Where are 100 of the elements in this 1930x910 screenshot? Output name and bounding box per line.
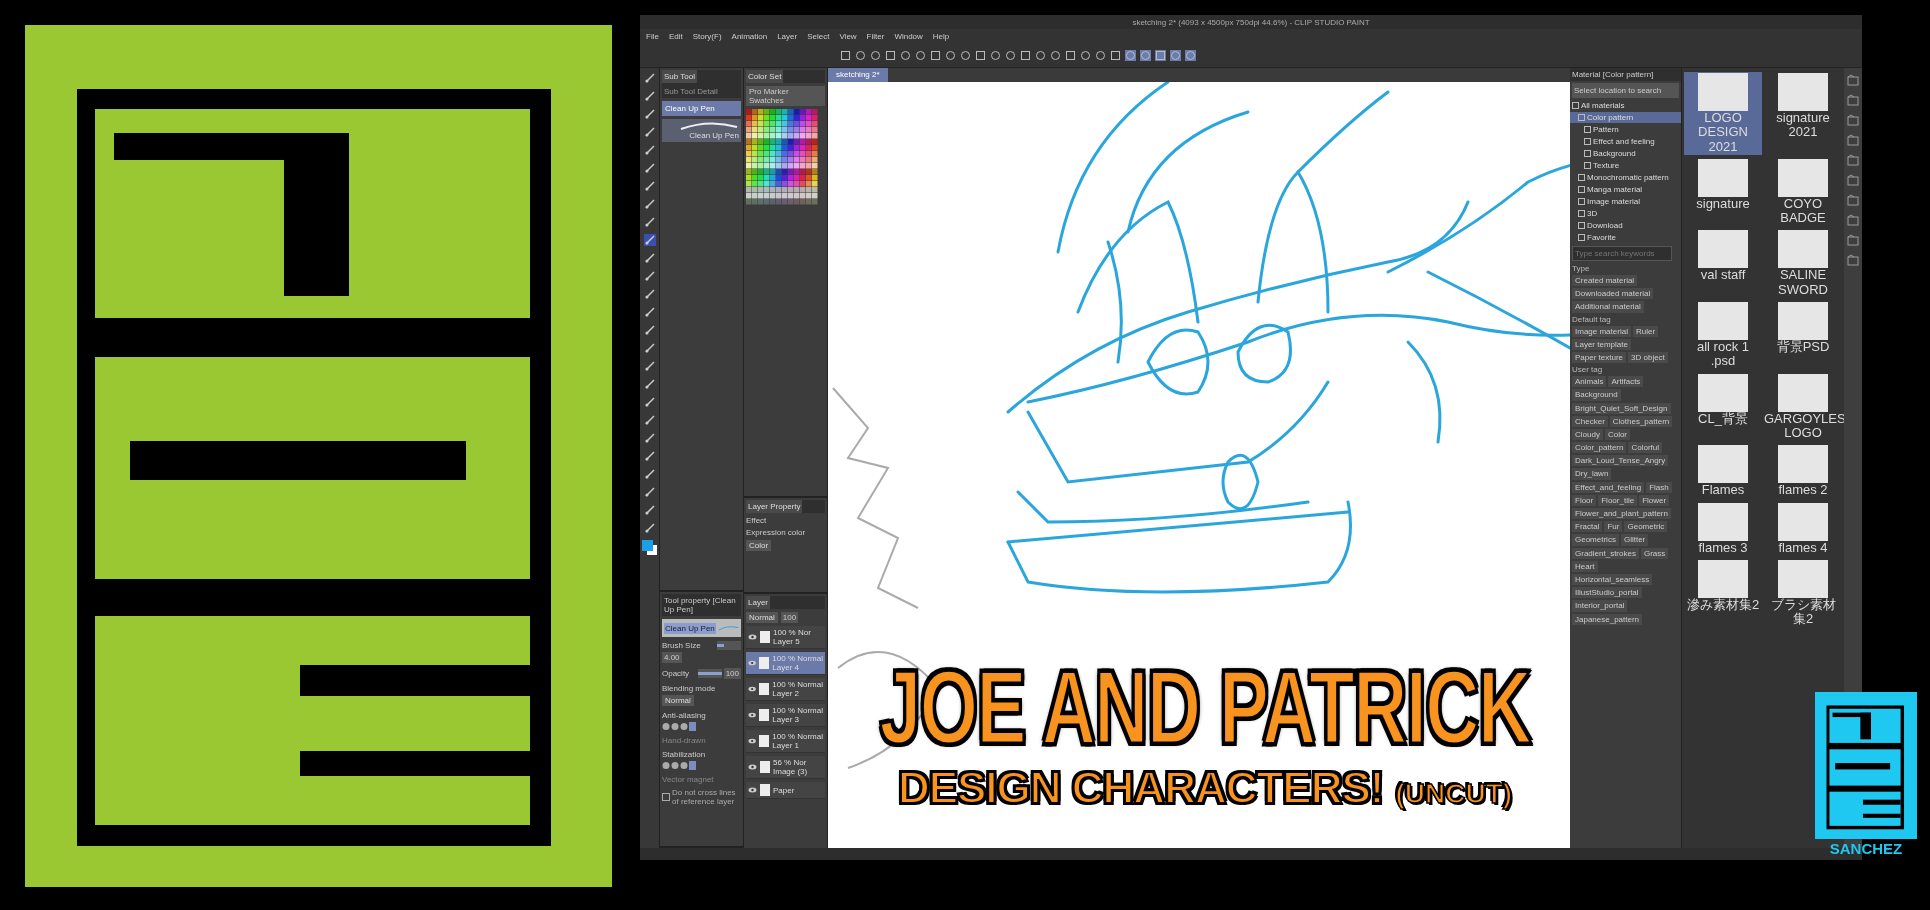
- tag-button[interactable]: Image material: [1572, 325, 1631, 337]
- tag-button[interactable]: Paper texture: [1572, 351, 1627, 364]
- layer-row[interactable]: 100 % Normal Layer 3: [746, 704, 825, 727]
- document-tab[interactable]: sketching 2*: [828, 68, 888, 82]
- pen-tool-icon[interactable]: [643, 72, 656, 84]
- tree-item[interactable]: All materials: [1570, 100, 1681, 111]
- slider-track[interactable]: [717, 641, 741, 650]
- pen-tool-icon[interactable]: [643, 216, 656, 228]
- menu-item[interactable]: Layer: [777, 31, 798, 41]
- eye-icon[interactable]: [748, 787, 757, 793]
- tag-button[interactable]: Flash: [1646, 481, 1672, 493]
- location-button[interactable]: Select location to search: [1572, 83, 1679, 98]
- tag-button[interactable]: Additional material: [1572, 301, 1644, 313]
- layer-row[interactable]: Paper: [746, 782, 825, 799]
- tree-item[interactable]: Effect and feeling: [1570, 136, 1681, 147]
- tag-button[interactable]: Cloudy: [1572, 428, 1603, 441]
- tree-item[interactable]: Background: [1570, 148, 1681, 159]
- pen-tool-icon[interactable]: [643, 432, 656, 444]
- tag-button[interactable]: Created material: [1572, 275, 1638, 287]
- pen-tool-icon[interactable]: [643, 162, 656, 174]
- pen-tool-icon[interactable]: [643, 504, 656, 516]
- material-item[interactable]: flames 4: [1764, 501, 1842, 556]
- tag-button[interactable]: Fur: [1604, 521, 1623, 533]
- toolbar-icon[interactable]: [975, 49, 986, 61]
- toolbar-icon[interactable]: [1170, 49, 1181, 61]
- tag-button[interactable]: Effect_and_feeling: [1572, 481, 1645, 493]
- slider-fill[interactable]: [697, 672, 722, 675]
- panel-tab[interactable]: Sub Tool Detail: [662, 85, 720, 98]
- menu-item[interactable]: File: [646, 31, 659, 41]
- dropdown[interactable]: Color: [746, 540, 772, 551]
- pen-tool-icon[interactable]: [643, 126, 656, 138]
- toolbar-icon[interactable]: [1140, 49, 1151, 61]
- pen-tool-icon[interactable]: [643, 270, 656, 282]
- pen-tool-icon[interactable]: [643, 306, 656, 318]
- toolbar-icon[interactable]: [1020, 49, 1031, 61]
- toolbar-icon[interactable]: [855, 49, 866, 61]
- pen-tool-icon[interactable]: [643, 468, 656, 480]
- pen-tool-icon[interactable]: [643, 324, 656, 336]
- value-field[interactable]: 100: [723, 668, 741, 679]
- sub-tool-item[interactable]: Clean Up Pen: [662, 101, 741, 116]
- tag-button[interactable]: Colorful: [1628, 442, 1663, 454]
- tree-item[interactable]: Pattern: [1570, 124, 1681, 135]
- checkbox[interactable]: [662, 793, 670, 801]
- toolbar-icon[interactable]: [870, 49, 881, 61]
- tag-button[interactable]: Geometric: [1624, 521, 1668, 533]
- toolbar-icon[interactable]: [1050, 49, 1061, 61]
- value-field[interactable]: 100: [780, 612, 799, 623]
- toolbar-icon[interactable]: [885, 49, 896, 61]
- layer-row[interactable]: 100 % Normal Layer 4: [746, 652, 825, 675]
- material-item[interactable]: ブラシ素材集2: [1764, 558, 1842, 628]
- tag-button[interactable]: Floor: [1572, 494, 1597, 506]
- tag-button[interactable]: 3D object: [1628, 351, 1668, 364]
- tag-button[interactable]: Horizontal_seamless: [1572, 573, 1653, 586]
- material-item[interactable]: all rock 1 .psd: [1684, 301, 1762, 370]
- tag-button[interactable]: Clothes_pattern: [1609, 415, 1673, 427]
- menu-item[interactable]: Help: [932, 31, 950, 41]
- material-item[interactable]: signature: [1684, 157, 1762, 227]
- menu-item[interactable]: Window: [894, 31, 923, 41]
- tag-button[interactable]: Flower_and_plant_pattern: [1572, 508, 1671, 520]
- tag-button[interactable]: Glitter: [1620, 534, 1649, 546]
- toolbar-icon[interactable]: [1035, 49, 1046, 61]
- search-field[interactable]: Type search keywords: [1572, 246, 1672, 261]
- pen-tool-icon[interactable]: [643, 234, 656, 246]
- pen-tool-icon[interactable]: [643, 288, 656, 300]
- eye-icon[interactable]: [748, 660, 757, 666]
- tag-button[interactable]: Japanese_pattern: [1572, 613, 1643, 625]
- tag-button[interactable]: Color: [1604, 428, 1631, 441]
- material-item[interactable]: 滲み素材集2: [1684, 558, 1762, 628]
- material-item[interactable]: flames 2: [1764, 444, 1842, 499]
- toolbar-icon[interactable]: [1095, 49, 1106, 61]
- toolbar-icon[interactable]: [930, 49, 941, 61]
- toolbar-icon[interactable]: [840, 49, 851, 61]
- toolbar-icon[interactable]: [945, 49, 956, 61]
- pen-tool-icon[interactable]: [643, 450, 656, 462]
- toolbar-icon[interactable]: [990, 49, 1001, 61]
- tag-button[interactable]: Dark_Loud_Tense_Angry: [1572, 455, 1669, 467]
- layer-row[interactable]: 56 % Nor Image (3): [746, 756, 825, 779]
- level-selector-icon[interactable]: [662, 761, 696, 770]
- eye-icon[interactable]: [748, 764, 757, 770]
- menu-item[interactable]: Filter: [866, 31, 885, 41]
- tag-button[interactable]: Interior_portal: [1572, 600, 1628, 612]
- tag-button[interactable]: Floor_tile: [1598, 494, 1638, 506]
- pen-tool-icon[interactable]: [643, 108, 656, 120]
- tag-button[interactable]: Downloaded material: [1572, 288, 1654, 300]
- pen-tool-icon[interactable]: [643, 90, 656, 102]
- toolbar-icon[interactable]: [1065, 49, 1076, 61]
- panel-tab[interactable]: Color Set: [746, 70, 784, 83]
- material-item[interactable]: 背景PSD: [1764, 301, 1842, 370]
- material-item[interactable]: val staff: [1684, 229, 1762, 299]
- pen-tool-icon[interactable]: [643, 522, 656, 534]
- tag-button[interactable]: Checker: [1572, 415, 1608, 427]
- tree-item[interactable]: Favorite: [1570, 232, 1681, 243]
- panel-tab[interactable]: Layer Property: [746, 500, 803, 513]
- toolbar-icon[interactable]: [900, 49, 911, 61]
- tag-button[interactable]: Grass: [1640, 547, 1669, 559]
- toolbar-icon[interactable]: [1155, 49, 1166, 61]
- tree-item[interactable]: 3D: [1570, 208, 1681, 219]
- pen-tool-icon[interactable]: [643, 396, 656, 408]
- tree-item[interactable]: Download: [1570, 220, 1681, 231]
- level-selector-icon[interactable]: [662, 722, 696, 731]
